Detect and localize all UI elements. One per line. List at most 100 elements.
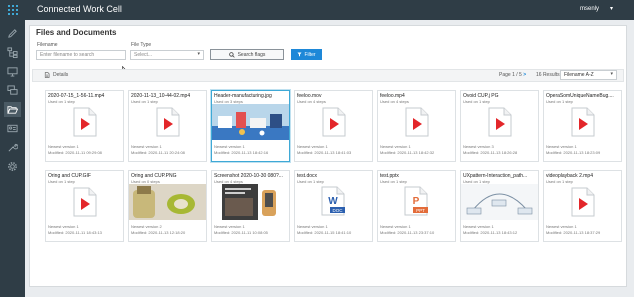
sidebar-item-settings[interactable] bbox=[4, 159, 21, 174]
funnel-icon bbox=[297, 52, 302, 57]
file-version: Newest version 1 bbox=[48, 224, 79, 229]
file-modified: Modified: 2020-11-11 20:24:08 bbox=[131, 150, 185, 155]
svg-text:W: W bbox=[328, 196, 338, 207]
video-file-icon bbox=[156, 107, 179, 137]
details-toggle[interactable]: Details bbox=[44, 72, 68, 78]
file-modified: Modified: 2020-11-15 18:41:10 bbox=[297, 230, 352, 235]
video-file-icon bbox=[73, 107, 96, 137]
filetype-select[interactable]: Select... ▾ bbox=[130, 50, 204, 60]
search-flags-button[interactable]: Search flags bbox=[210, 49, 284, 60]
filter-label: Filter bbox=[304, 51, 316, 58]
search-flags-label: Search flags bbox=[237, 51, 266, 58]
stacked-screens-icon bbox=[7, 85, 18, 95]
file-version: Newest version 1 bbox=[48, 144, 79, 149]
file-card[interactable]: Header-manufacturing.jpg Used on 3 steps N… bbox=[211, 90, 290, 162]
filetype-select-value: Select... bbox=[134, 52, 153, 58]
video-file-icon bbox=[488, 107, 511, 137]
next-page-icon[interactable]: > bbox=[523, 72, 526, 78]
chevron-down-icon: ▾ bbox=[610, 71, 613, 77]
file-version: Newest version 2 bbox=[131, 224, 162, 229]
file-version: Newest version 1 bbox=[463, 224, 494, 229]
file-thumbnail bbox=[46, 184, 123, 220]
file-modified: Modified: 2020-11-13 18:37:29 bbox=[546, 230, 601, 235]
hierarchy-icon bbox=[7, 47, 18, 58]
file-card[interactable]: videoplayback 2.mp4 Used on 1 step Newest … bbox=[543, 170, 622, 242]
file-card[interactable]: Ovoid CUP.j PG Used on 1 step Newest versi… bbox=[460, 90, 539, 162]
app-title: Connected Work Cell bbox=[37, 4, 122, 14]
svg-text:PPT: PPT bbox=[416, 208, 425, 213]
page-title: Files and Documents bbox=[36, 28, 117, 37]
file-version: Newest version 1 bbox=[546, 224, 577, 229]
sidebar-item-files[interactable] bbox=[4, 102, 21, 117]
video-file-icon bbox=[571, 107, 594, 137]
file-thumbnail bbox=[46, 104, 123, 140]
file-modified: Modified: 2020-11-13 18:23:09 bbox=[546, 150, 601, 155]
file-thumbnail bbox=[129, 104, 206, 140]
file-card[interactable]: Oring and CUP.PNG Used on 0 steps Newest v… bbox=[128, 170, 207, 242]
powerpoint-file-icon: PPPT bbox=[404, 186, 428, 216]
file-version: Newest version 1 bbox=[380, 224, 411, 229]
file-modified: Modified: 2020-11-11 09:29:08 bbox=[48, 150, 102, 155]
svg-text:P: P bbox=[412, 196, 419, 207]
diagram-image-thumbnail bbox=[461, 184, 538, 220]
file-card[interactable]: test.pptx Used on 1 step P PPT Newest versio… bbox=[377, 170, 456, 242]
sidebar-item-stations[interactable] bbox=[4, 64, 21, 79]
file-thumbnail: P PPT bbox=[378, 184, 455, 220]
file-modified: Modified: 2020-11-11 18:43:13 bbox=[48, 230, 102, 235]
file-card[interactable]: feeloo.mp4 Used on 4 steps Newest version … bbox=[377, 90, 456, 162]
sidebar-item-users[interactable] bbox=[4, 121, 21, 136]
file-card[interactable]: test.docx Used on 1 step W DOC Newest versio… bbox=[294, 170, 373, 242]
sort-select[interactable]: Filename A-Z ▾ bbox=[560, 70, 617, 80]
sidebar-item-displays[interactable] bbox=[4, 83, 21, 98]
user-menu[interactable]: msenly bbox=[580, 6, 599, 12]
file-card[interactable]: Oring and CUP.GIF Used on 1 step Newest ve… bbox=[45, 170, 124, 242]
file-card[interactable]: 2020-11-13_10-44-02.mp4 Used on 1 step New… bbox=[128, 90, 207, 162]
filename-search-input[interactable]: Enter filename to search bbox=[36, 50, 126, 60]
file-modified: Modified: 2020-11-13 18:42:32 bbox=[380, 150, 435, 155]
top-bar: Connected Work Cell msenly ▾ bbox=[0, 0, 634, 20]
sidebar-item-structure[interactable] bbox=[4, 45, 21, 60]
file-version: Newest version 1 bbox=[214, 144, 245, 149]
file-thumbnail bbox=[378, 104, 455, 140]
sidebar-item-editor[interactable] bbox=[4, 26, 21, 41]
page-indicator: Page 1 / 5 bbox=[499, 72, 522, 78]
file-thumbnail: W DOC bbox=[295, 184, 372, 220]
screenshot-image-thumbnail bbox=[212, 184, 289, 220]
filter-button[interactable]: Filter bbox=[291, 49, 322, 60]
file-card[interactable]: feeloo.mov Used on 4 steps Newest version … bbox=[294, 90, 373, 162]
file-modified: Modified: 2020-11-13 18:42:16 bbox=[214, 150, 269, 155]
file-version: Newest version 1 bbox=[380, 144, 411, 149]
svg-text:DOC: DOC bbox=[332, 208, 343, 213]
filename-label: Filename bbox=[37, 42, 58, 48]
app-grid-icon[interactable] bbox=[8, 5, 18, 15]
results-count: 16 Results bbox=[536, 72, 560, 78]
file-version: Newest version 1 bbox=[297, 144, 328, 149]
sidebar-item-tools[interactable] bbox=[4, 140, 21, 155]
id-card-icon bbox=[7, 124, 18, 133]
file-version: Newest version 1 bbox=[297, 224, 328, 229]
file-thumbnail bbox=[544, 104, 621, 140]
file-card[interactable]: Screenshot 2020-10-30 080?... Used on 4 s… bbox=[211, 170, 290, 242]
file-card[interactable]: UXpattern-Interaction_path... Used on 1 s… bbox=[460, 170, 539, 242]
file-version: Newest version 3 bbox=[463, 144, 494, 149]
monitor-icon bbox=[7, 67, 18, 77]
folder-open-icon bbox=[7, 106, 18, 114]
video-file-icon bbox=[322, 107, 345, 137]
wrench-icon bbox=[8, 143, 18, 152]
pagination: Page 1 / 5 > bbox=[499, 72, 526, 78]
file-thumbnail bbox=[212, 184, 289, 220]
file-thumbnail bbox=[295, 104, 372, 140]
video-file-icon bbox=[73, 187, 96, 217]
oring-cup-image-thumbnail bbox=[129, 184, 206, 220]
file-thumbnail bbox=[544, 184, 621, 220]
filetype-label: File Type bbox=[131, 42, 152, 48]
file-thumbnail bbox=[461, 104, 538, 140]
search-icon bbox=[228, 51, 235, 58]
factory-image-thumbnail bbox=[212, 104, 289, 140]
file-version: Newest version 1 bbox=[546, 144, 577, 149]
file-modified: Modified: 2020-11-13 18:43:12 bbox=[463, 230, 518, 235]
file-card[interactable]: 2020-07-15_1-56-11.mp4 Used on 1 step Newe… bbox=[45, 90, 124, 162]
chevron-down-icon[interactable]: ▾ bbox=[610, 5, 613, 12]
word-file-icon: WDOC bbox=[321, 186, 345, 216]
file-card[interactable]: OperaSomUniqueNameBug.... Used on 1 step N… bbox=[543, 90, 622, 162]
